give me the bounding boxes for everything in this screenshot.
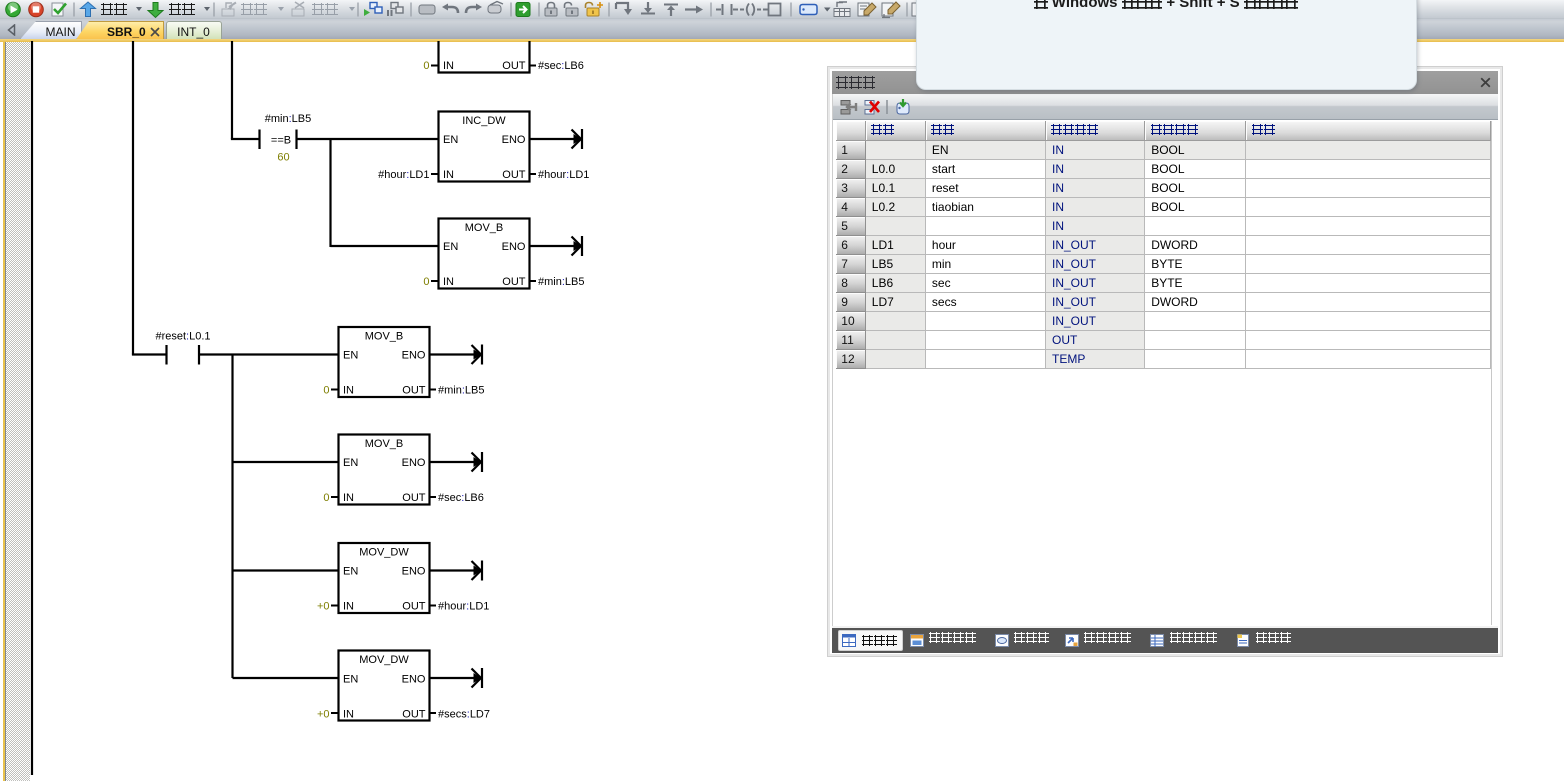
- svg-text:MOV_B: MOV_B: [465, 222, 504, 234]
- svg-text:#sec:LB6: #sec:LB6: [538, 60, 584, 72]
- svg-text:0: 0: [423, 60, 429, 72]
- svg-text:OUT: OUT: [402, 601, 426, 613]
- svg-text:#sec:LB6: #sec:LB6: [438, 492, 484, 504]
- svg-text:IN: IN: [343, 709, 354, 721]
- svg-text:EN: EN: [343, 350, 358, 362]
- svg-text:MOV_B: MOV_B: [365, 331, 404, 343]
- svg-text:0: 0: [323, 385, 329, 397]
- svg-text:#secs:LD7: #secs:LD7: [438, 709, 490, 721]
- svg-text:#hour:LD1: #hour:LD1: [378, 169, 429, 181]
- svg-text:MOV_DW: MOV_DW: [359, 547, 409, 559]
- svg-text:ENO: ENO: [502, 241, 526, 253]
- svg-text:==B: ==B: [271, 135, 291, 147]
- svg-text:IN: IN: [343, 492, 354, 504]
- svg-text:IN: IN: [343, 601, 354, 613]
- svg-text:0: 0: [423, 276, 429, 288]
- svg-text:ENO: ENO: [402, 350, 426, 362]
- svg-text:MOV_DW: MOV_DW: [359, 654, 409, 666]
- svg-text:IN: IN: [343, 385, 354, 397]
- svg-text:EN: EN: [343, 566, 358, 578]
- svg-text:#hour:LD1: #hour:LD1: [538, 169, 589, 181]
- svg-text:ENO: ENO: [402, 674, 426, 686]
- svg-text:+0: +0: [317, 709, 330, 721]
- svg-text:OUT: OUT: [402, 709, 426, 721]
- svg-text:#min:LB5: #min:LB5: [265, 113, 311, 125]
- svg-text:INC_DW: INC_DW: [462, 115, 506, 127]
- svg-text:IN: IN: [443, 60, 454, 72]
- svg-text:OUT: OUT: [402, 385, 426, 397]
- svg-text:60: 60: [277, 152, 289, 164]
- svg-text:#min:LB5: #min:LB5: [438, 385, 484, 397]
- svg-text:IN: IN: [443, 276, 454, 288]
- svg-text:MOV_B: MOV_B: [365, 438, 404, 450]
- svg-text:EN: EN: [343, 457, 358, 469]
- svg-text:+0: +0: [317, 601, 330, 613]
- svg-text:ENO: ENO: [502, 134, 526, 146]
- svg-text:OUT: OUT: [502, 60, 526, 72]
- svg-text:#reset:L0.1: #reset:L0.1: [155, 331, 210, 343]
- svg-text:EN: EN: [443, 241, 458, 253]
- svg-text:EN: EN: [343, 674, 358, 686]
- svg-text:OUT: OUT: [502, 169, 526, 181]
- svg-text:IN: IN: [443, 169, 454, 181]
- svg-text:#min:LB5: #min:LB5: [538, 276, 584, 288]
- svg-text:#hour:LD1: #hour:LD1: [438, 601, 489, 613]
- svg-text:ENO: ENO: [402, 457, 426, 469]
- svg-text:ENO: ENO: [402, 566, 426, 578]
- svg-text:0: 0: [323, 492, 329, 504]
- svg-text:EN: EN: [443, 134, 458, 146]
- svg-text:OUT: OUT: [502, 276, 526, 288]
- svg-text:OUT: OUT: [402, 492, 426, 504]
